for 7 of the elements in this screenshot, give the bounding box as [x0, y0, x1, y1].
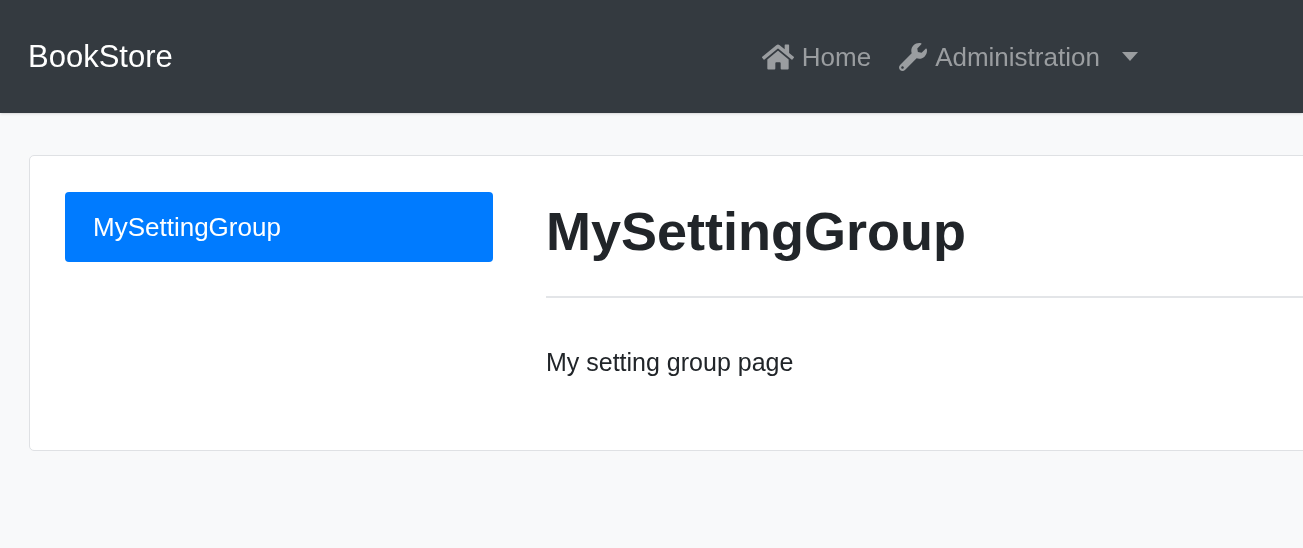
settings-group-tab[interactable]: MySettingGroup	[65, 192, 493, 262]
nav-dropdown[interactable]: Administration	[899, 42, 1138, 71]
brand-link[interactable]: BookStore	[28, 41, 173, 72]
nav-link[interactable]: Home	[761, 41, 872, 72]
wrench-icon	[899, 42, 928, 71]
page-description: My setting group page	[546, 350, 795, 375]
caret-icon	[1121, 52, 1138, 61]
